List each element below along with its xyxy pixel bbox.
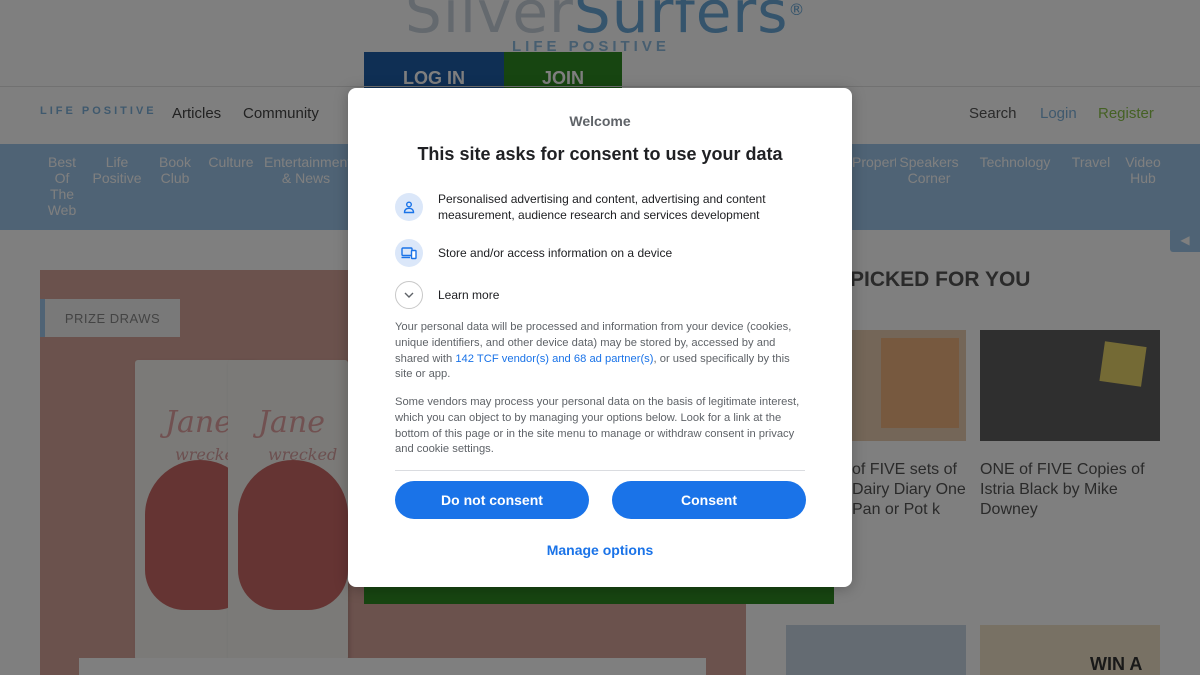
consent-paragraph-1: Your personal data will be processed and… bbox=[395, 320, 807, 383]
chevron-down-icon[interactable] bbox=[395, 281, 423, 309]
purpose-store-info: Store and/or access information on a dev… bbox=[395, 239, 798, 267]
consent-dialog: Welcome This site asks for consent to us… bbox=[348, 88, 852, 587]
consent-paragraph-2: Some vendors may process your personal d… bbox=[395, 396, 800, 456]
learn-more-label[interactable]: Learn more bbox=[438, 287, 798, 303]
purpose-text: Store and/or access information on a dev… bbox=[438, 246, 673, 260]
learn-more-toggle[interactable]: Learn more bbox=[395, 281, 798, 309]
dialog-title: This site asks for consent to use your d… bbox=[417, 144, 783, 164]
vendors-link[interactable]: 142 TCF vendor(s) and 68 ad partner(s) bbox=[455, 353, 653, 365]
purpose-personalised-ads: Personalised advertising and content, ad… bbox=[395, 191, 798, 223]
person-icon bbox=[395, 193, 423, 221]
manage-options-link[interactable]: Manage options bbox=[348, 542, 852, 558]
dialog-site-name: Welcome bbox=[569, 113, 631, 129]
consent-button[interactable]: Consent bbox=[612, 481, 806, 519]
devices-icon bbox=[395, 239, 423, 267]
do-not-consent-button[interactable]: Do not consent bbox=[395, 481, 589, 519]
purpose-text: Personalised advertising and content, ad… bbox=[438, 192, 766, 222]
divider bbox=[395, 470, 805, 471]
